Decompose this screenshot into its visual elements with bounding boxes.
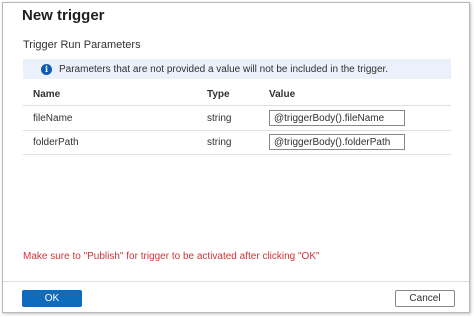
parameters-table-header: Name Type Value xyxy=(23,83,451,106)
section-title: Trigger Run Parameters xyxy=(23,39,141,51)
footer-divider xyxy=(3,281,469,282)
param-value-input[interactable]: @triggerBody().folderPath xyxy=(269,134,405,150)
publish-warning: Make sure to "Publish" for trigger to be… xyxy=(23,251,320,262)
new-trigger-dialog: New trigger Trigger Run Parameters i Par… xyxy=(2,2,470,313)
info-text: Parameters that are not provided a value… xyxy=(59,63,389,75)
table-row: fileName string @triggerBody().fileName xyxy=(23,106,451,131)
param-type: string xyxy=(207,136,232,148)
param-value-cell: @triggerBody().folderPath xyxy=(269,130,405,154)
param-type: string xyxy=(207,112,232,124)
param-value-cell: @triggerBody().fileName xyxy=(269,106,405,130)
info-bar: i Parameters that are not provided a val… xyxy=(23,59,451,79)
ok-button[interactable]: OK xyxy=(22,290,82,307)
column-header-value: Value xyxy=(269,88,296,100)
column-header-name: Name xyxy=(33,88,61,100)
info-icon: i xyxy=(41,63,52,75)
param-name: folderPath xyxy=(33,136,79,148)
table-row: folderPath string @triggerBody().folderP… xyxy=(23,130,451,155)
dialog-title: New trigger xyxy=(22,7,105,24)
param-value-input[interactable]: @triggerBody().fileName xyxy=(269,110,405,126)
column-header-type: Type xyxy=(207,88,230,100)
param-name: fileName xyxy=(33,112,73,124)
cancel-button[interactable]: Cancel xyxy=(395,290,455,307)
